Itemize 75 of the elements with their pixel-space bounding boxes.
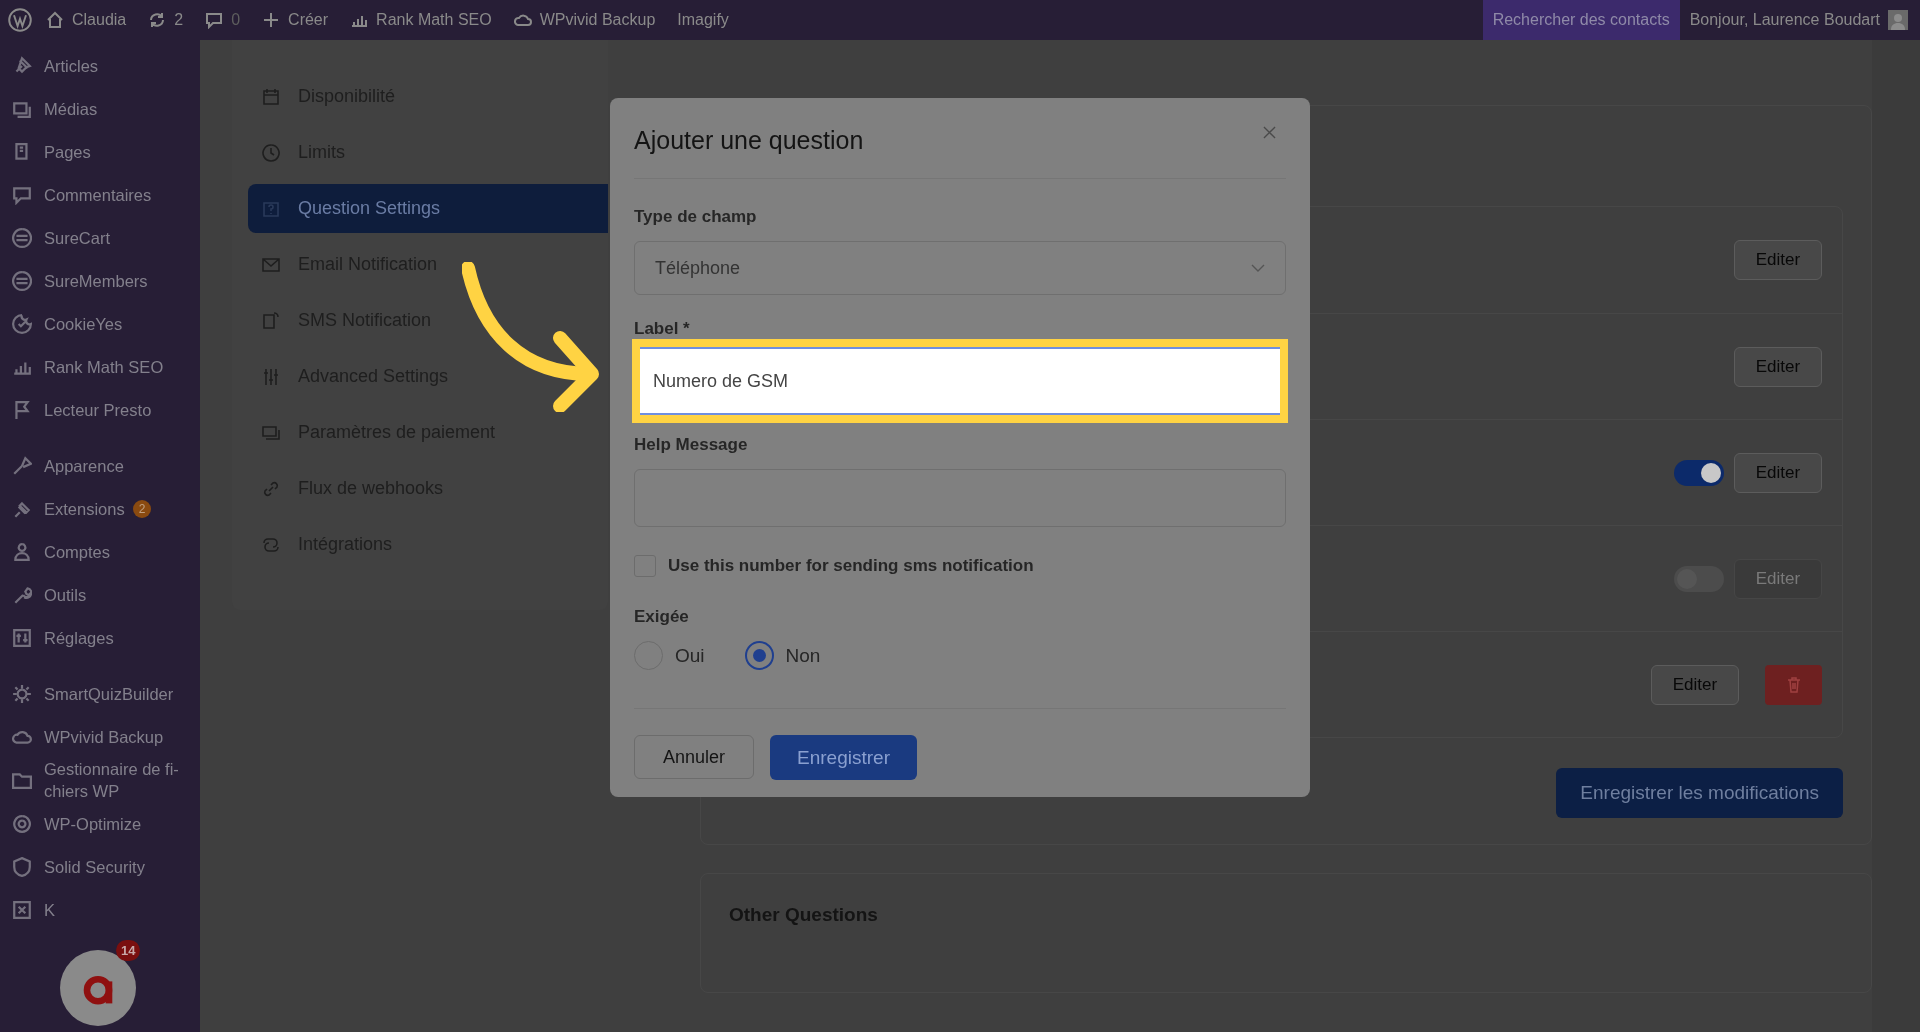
- dialog-title: Ajouter une question: [634, 126, 864, 155]
- home-icon: [46, 11, 64, 29]
- field-label: Label *: [634, 319, 691, 339]
- sidebar-item[interactable]: Articles: [0, 44, 99, 87]
- plus-icon: [262, 11, 281, 29]
- wordpress-logo-icon[interactable]: [8, 8, 32, 32]
- sidebar-item[interactable]: Extensions 2: [0, 487, 152, 530]
- cookie-icon: [12, 313, 32, 334]
- gear-icon: [12, 683, 32, 704]
- sidebar-item[interactable]: CookieYes: [0, 302, 123, 345]
- sidebar-item[interactable]: SureMembers: [0, 259, 148, 302]
- radio-label: Non: [785, 644, 821, 667]
- radio-button[interactable]: [744, 641, 774, 670]
- folder-icon: [12, 770, 32, 790]
- settings-nav-item[interactable]: Question Settings: [248, 184, 608, 233]
- admin-bar-item[interactable]: WPvivid Backup: [513, 11, 656, 29]
- link-icon: [262, 479, 280, 498]
- trash-icon: [1786, 676, 1801, 693]
- flag-icon: [12, 399, 32, 420]
- sidebar-item[interactable]: Médias: [0, 87, 98, 130]
- sidebar-item[interactable]: Lecteur Presto: [0, 388, 152, 431]
- field-type-select[interactable]: Téléphone: [634, 241, 1286, 295]
- edit-button[interactable]: Editer: [1734, 346, 1822, 387]
- sidebar-item[interactable]: Outils: [0, 573, 87, 616]
- admin-bar-item[interactable]: Claudia: [46, 11, 127, 29]
- sidebar-item[interactable]: Solid Security: [0, 845, 145, 888]
- avatar-icon[interactable]: [1888, 10, 1908, 30]
- sidebar-item[interactable]: Comptes: [0, 530, 111, 573]
- sidebar-item[interactable]: Pages: [0, 130, 91, 173]
- edit-button[interactable]: Editer: [1734, 452, 1822, 493]
- admin-bar-item[interactable]: Créer: [262, 11, 329, 29]
- sidebar-item[interactable]: Rank Math SEO: [0, 345, 164, 388]
- sidebar-item[interactable]: WP-Optimize: [0, 802, 142, 845]
- label-input[interactable]: Numero de GSM: [640, 347, 1280, 415]
- clock-icon: [262, 143, 280, 162]
- checkbox-label: Use this number for sending sms notification: [668, 556, 1034, 576]
- admin-bar-item[interactable]: 2: [148, 11, 184, 29]
- chain-icon: [262, 535, 280, 554]
- sidebar-item[interactable]: SureCart: [0, 216, 111, 259]
- admin-bar-item[interactable]: Imagify: [677, 11, 729, 29]
- toggle-switch[interactable]: [1674, 459, 1724, 486]
- field-label: Exigée: [634, 607, 690, 627]
- brush-icon: [12, 455, 32, 476]
- speech-bubble-icon: [205, 11, 224, 29]
- edit-button[interactable]: Editer: [1734, 240, 1822, 280]
- field-label: Help Message: [634, 435, 749, 455]
- sidebar-item[interactable]: Apparence: [0, 444, 124, 487]
- sidebar-item[interactable]: Gestionnaire de fi-chiers WP: [0, 758, 194, 802]
- admin-bar-item[interactable]: 0: [205, 11, 241, 29]
- field-label: Type de champ: [634, 207, 758, 227]
- chevron-down-icon: [1251, 264, 1265, 272]
- notification-badge: 14: [116, 940, 141, 961]
- person-icon: [12, 541, 32, 562]
- sidebar-item[interactable]: K: [0, 888, 55, 931]
- sidebar-item[interactable]: WPvivid Backup: [0, 715, 164, 758]
- sidebar-item[interactable]: SmartQuizBuilder: [0, 672, 174, 715]
- envelope-icon: [262, 255, 280, 274]
- delete-button[interactable]: [1765, 664, 1822, 705]
- card-icon: [262, 423, 280, 442]
- count-badge: 2: [132, 499, 152, 518]
- account-greeting[interactable]: Bonjour, Laurence Boudart: [1679, 11, 1888, 29]
- save-changes-button[interactable]: Enregistrer les modifications: [1556, 768, 1843, 818]
- speech-bubble-icon: [12, 184, 32, 205]
- shield-icon: [12, 856, 32, 877]
- close-icon[interactable]: [1263, 126, 1276, 139]
- calendar-icon: [262, 87, 280, 106]
- sidebar-item[interactable]: Réglages: [0, 616, 114, 659]
- search-contacts-link[interactable]: Rechercher des contacts: [1482, 0, 1680, 40]
- sidebar-item[interactable]: Commentaires: [0, 173, 152, 216]
- edit-button[interactable]: Editer: [1651, 664, 1739, 705]
- refresh-icon: [148, 11, 167, 29]
- admin-bar-item[interactable]: Rank Math SEO: [350, 11, 492, 29]
- save-button[interactable]: Enregistrer: [770, 735, 917, 780]
- cancel-button[interactable]: Annuler: [634, 735, 755, 779]
- radio-label: Oui: [675, 644, 705, 667]
